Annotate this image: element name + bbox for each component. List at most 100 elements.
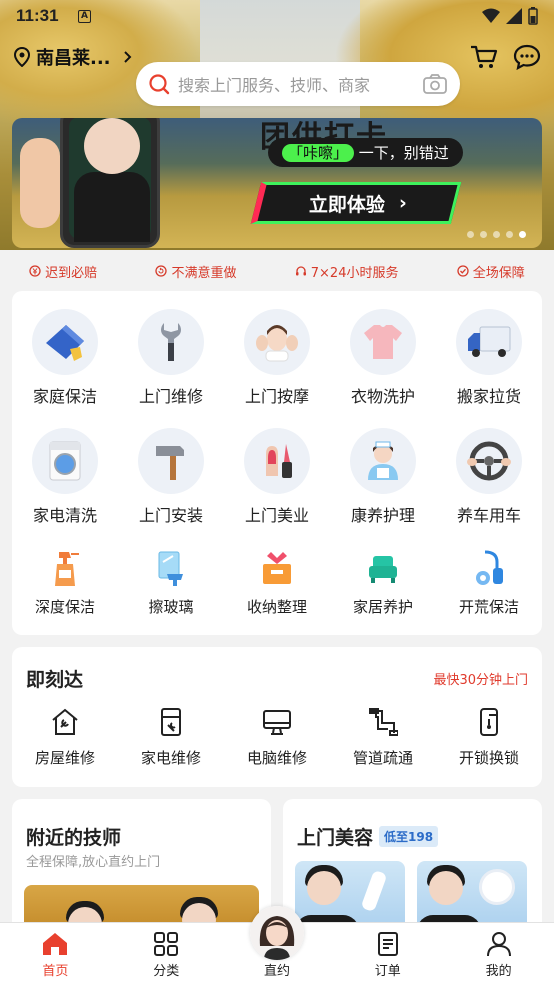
cart-icon[interactable] [470,44,498,70]
category-label: 擦玻璃 [148,598,194,616]
signal-icon [506,8,522,24]
guarantee-label: 不满意重做 [171,265,237,281]
search-icon [149,74,170,95]
guarantee-item: 全场保障 [457,258,525,284]
avatar-girl-icon [250,906,304,960]
tab-label: 直约 [263,964,290,979]
tab-label: 我的 [485,964,512,979]
beauty-header: 上门美容 低至198 [297,823,439,850]
category-item-nursing[interactable]: 康养护理 [330,428,436,526]
guarantee-item: 迟到必赔 [29,258,97,284]
category-label: 收纳整理 [246,598,307,616]
guarantee-strip: 迟到必赔 不满意重做 7×24小时服务 全场保障 [0,258,554,284]
category-row: 深度保洁 擦玻璃 收纳整理 家居养护 开荒保洁 [12,548,542,617]
instant-items: 房屋维修 家电维修 电脑维修 管道疏通 开锁换锁 [12,707,542,768]
instant-item-house-repair[interactable]: 房屋维修 [12,707,118,768]
wifi-icon [482,8,500,23]
nearby-subtitle: 全程保障,放心直约上门 [26,855,161,870]
category-card: 家庭保洁 上门维修 上门按摩 衣物洗护 搬家拉货 家电清洗 上门安装 上门美业 … [12,291,542,635]
tab-label: 分类 [153,964,180,979]
camera-icon[interactable] [422,73,448,95]
category-item-moving[interactable]: 搬家拉货 [436,309,542,407]
banner-dot [480,231,487,238]
banner-pagination [467,231,526,238]
category-item-car[interactable]: 养车用车 [436,428,542,526]
tab-category[interactable]: 分类 [111,923,222,984]
yen-circle-icon [29,265,41,277]
category-label: 家庭保洁 [32,387,97,406]
category-label: 上门安装 [138,506,203,525]
banner-dot [506,231,513,238]
tab-orders[interactable]: 订单 [332,923,443,984]
category-item-beauty[interactable]: 上门美业 [224,428,330,526]
category-label: 康养护理 [350,506,415,525]
guarantee-item: 不满意重做 [155,258,236,284]
instant-item-locksmith[interactable]: 开锁换锁 [436,707,542,768]
search-bar[interactable]: 搜索上门服务、技师、商家 [136,62,460,106]
banner-cta-button[interactable]: 立即体验 › [250,182,462,224]
home-icon [43,933,68,955]
truck-icon [456,309,522,375]
hammer-icon [138,428,204,494]
instant-item-appliance-repair[interactable]: 家电维修 [118,707,224,768]
check-circle-icon [457,265,469,277]
headset-icon [295,266,306,276]
redo-icon [155,265,168,277]
chevron-right-icon [123,51,131,63]
tab-label: 首页 [42,964,69,979]
nurse-icon [350,428,416,494]
category-item-deep-cleaning[interactable]: 深度保洁 [12,548,118,617]
wrench-icon [138,309,204,375]
promo-banner[interactable]: 团供打卡 「咔嚓」 一下，别错过 立即体验› [12,118,542,248]
instant-label: 开锁换锁 [458,749,519,767]
message-icon[interactable] [513,44,541,70]
user-icon [486,932,511,957]
shirt-icon [350,309,416,375]
banner-dot [493,231,500,238]
category-item-new-home-cleaning[interactable]: 开荒保洁 [436,548,542,617]
tab-profile[interactable]: 我的 [443,923,554,984]
direct-booking-avatar[interactable] [250,906,304,960]
banner-hand [20,138,60,228]
category-item-repair[interactable]: 上门维修 [118,309,224,407]
category-item-window[interactable]: 擦玻璃 [118,548,224,617]
category-item-home-cleaning[interactable]: 家庭保洁 [12,309,118,407]
storage-box-icon [263,552,291,584]
location-selector[interactable]: 南昌莱... [14,44,133,70]
lock-icon [480,708,498,736]
guarantee-item: 7×24小时服务 [295,258,398,284]
banner-pill-highlight: 「咔嚓」 [282,144,355,162]
instant-item-computer-repair[interactable]: 电脑维修 [224,707,330,768]
banner-pill: 「咔嚓」 一下，别错过 [268,138,463,167]
instant-label: 家电维修 [140,749,201,767]
category-item-organize[interactable]: 收纳整理 [224,548,330,617]
instant-label: 电脑维修 [246,749,307,767]
banner-dot-active [519,231,526,238]
category-item-furniture-care[interactable]: 家居养护 [330,548,436,617]
status-bar: 11:31 A [0,4,554,28]
banner-pill-text: 一下，别错过 [358,144,449,162]
nearby-title: 附近的技师 [26,827,122,849]
grid-icon [154,932,179,956]
category-label: 家电清洗 [32,506,97,525]
banner-dot [467,231,474,238]
category-label: 上门维修 [138,387,203,406]
instant-item-pipe[interactable]: 管道疏通 [330,707,436,768]
instant-service-card: 即刻达 最快30分钟上门 房屋维修 家电维修 电脑维修 管道疏通 开锁换锁 [12,647,542,787]
category-item-installation[interactable]: 上门安装 [118,428,224,526]
category-item-massage[interactable]: 上门按摩 [224,309,330,407]
appliance-icon [161,708,181,736]
status-time: 11:31 [16,6,59,25]
washing-machine-icon [32,428,98,494]
battery-icon [528,7,538,25]
tab-home[interactable]: 首页 [0,923,111,984]
monitor-icon [263,710,291,735]
banner-person-face [84,118,140,174]
status-icons [482,7,538,25]
category-item-laundry[interactable]: 衣物洗护 [330,309,436,407]
category-item-appliance-cleaning[interactable]: 家电清洗 [12,428,118,526]
category-label: 家居养护 [352,598,413,616]
instant-note[interactable]: 最快30分钟上门 [433,669,528,688]
location-pin-icon [14,47,30,67]
spray-bottle-icon [55,552,79,586]
